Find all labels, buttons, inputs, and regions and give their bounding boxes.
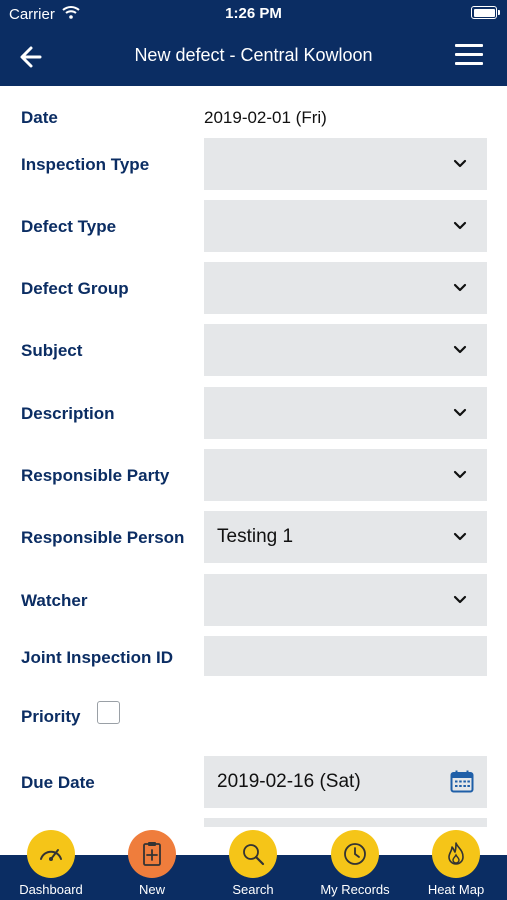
due-date-label: Due Date: [21, 773, 95, 792]
defect-type-select[interactable]: [204, 200, 487, 252]
tab-label: Heat Map: [427, 882, 485, 897]
responsible-person-select[interactable]: Testing 1: [204, 511, 487, 563]
tab-label: Dashboard: [19, 882, 83, 897]
responsible-party-label: Responsible Party: [21, 466, 170, 485]
priority-checkbox[interactable]: [97, 701, 120, 724]
description-select[interactable]: [204, 387, 487, 439]
tab-new[interactable]: New: [107, 828, 197, 900]
chevron-down-icon: [453, 159, 467, 168]
due-date-picker[interactable]: 2019-02-16 (Sat): [204, 756, 487, 808]
responsible-person-label: Responsible Person: [21, 528, 185, 547]
watcher-label: Watcher: [21, 591, 88, 610]
clipboard-plus-icon: [128, 830, 176, 878]
chevron-down-icon: [453, 221, 467, 230]
date-value: 2019-02-01 (Fri): [204, 108, 327, 127]
priority-label: Priority: [21, 707, 81, 726]
watcher-select[interactable]: [204, 574, 487, 626]
defect-group-label: Defect Group: [21, 279, 129, 298]
responsible-party-select[interactable]: [204, 449, 487, 501]
tab-label: New: [138, 882, 165, 897]
tab-my-records[interactable]: My Records: [310, 828, 400, 900]
status-bar: Carrier 1:26 PM: [0, 0, 507, 28]
calendar-icon: [450, 770, 474, 793]
status-time: 1:26 PM: [225, 5, 282, 22]
defect-type-label: Defect Type: [21, 217, 117, 236]
subject-label: Subject: [21, 341, 83, 360]
magnifier-icon: [229, 830, 277, 878]
chevron-down-icon: [453, 532, 467, 541]
flame-icon: [432, 830, 480, 878]
chevron-down-icon: [453, 283, 467, 292]
responsible-person-value: Testing 1: [217, 526, 294, 547]
tab-dashboard[interactable]: Dashboard: [6, 828, 96, 900]
page-title: New defect - Central Kowloon: [134, 45, 373, 65]
defect-form: Date 2019-02-01 (Fri) Inspection Type De…: [0, 86, 507, 827]
due-date-value: 2019-02-16 (Sat): [217, 771, 361, 792]
clock-icon: [331, 830, 379, 878]
chevron-down-icon: [453, 345, 467, 354]
chevron-down-icon: [453, 595, 467, 604]
top-bar: Carrier 1:26 PM New defect - Central Kow…: [0, 0, 507, 86]
defect-group-select[interactable]: [204, 262, 487, 314]
inspection-type-select[interactable]: [204, 138, 487, 190]
joint-inspection-id-input[interactable]: [204, 636, 487, 676]
gauge-icon: [27, 830, 75, 878]
tab-search[interactable]: Search: [208, 828, 298, 900]
chevron-down-icon: [453, 408, 467, 417]
joint-inspection-id-label: Joint Inspection ID: [21, 648, 174, 667]
description-label: Description: [21, 404, 115, 423]
date-label: Date: [21, 108, 58, 127]
tab-label: Search: [232, 882, 274, 897]
subject-select[interactable]: [204, 324, 487, 376]
next-field-partial[interactable]: [204, 818, 487, 827]
battery-icon: [471, 6, 500, 19]
hamburger-menu-icon[interactable]: [455, 44, 485, 68]
tab-label: My Records: [320, 882, 390, 897]
tab-heat-map[interactable]: Heat Map: [411, 828, 501, 900]
navigation-bar: New defect - Central Kowloon: [0, 28, 507, 86]
inspection-type-label: Inspection Type: [21, 155, 150, 174]
chevron-down-icon: [453, 470, 467, 479]
